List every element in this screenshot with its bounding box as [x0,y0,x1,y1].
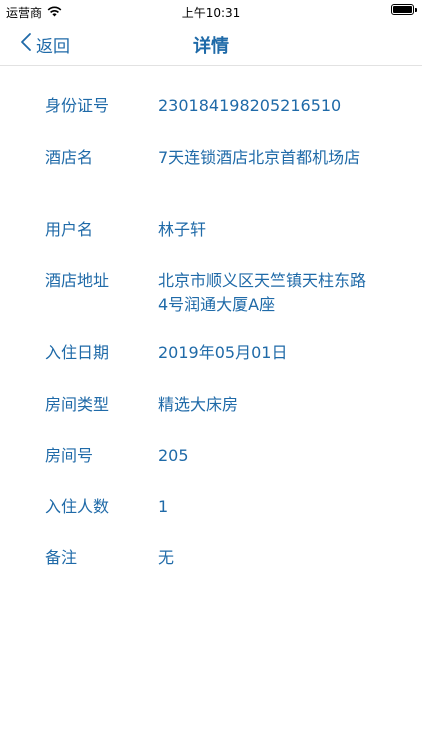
detail-value: 精选大床房 [158,395,239,414]
status-bar: 运营商 上午10:31 [0,0,422,22]
detail-label: 用户名 [45,220,94,239]
detail-label: 入住日期 [45,343,110,362]
detail-value: 230184198205216510 [158,96,342,115]
page-title: 详情 [193,36,229,57]
detail-label: 房间号 [45,446,94,465]
detail-label: 入住人数 [45,497,110,516]
detail-label: 身份证号 [45,96,110,115]
detail-value: 1 [158,497,169,516]
detail-value: 205 [158,446,189,465]
detail-value: 无 [158,548,175,567]
detail-value: 2019年05月01日 [158,343,288,362]
detail-value: 林子轩 [158,220,207,239]
detail-value: 北京市顺义区天竺镇天柱东路4号润通大厦A座 [158,271,367,314]
detail-value: 7天连锁酒店北京首都机场店 [158,148,361,167]
detail-label: 酒店名 [45,148,94,167]
status-time: 上午10:31 [181,6,241,20]
detail-label: 备注 [45,548,78,567]
battery-icon [391,4,417,15]
detail-label: 房间类型 [45,395,110,414]
navigation-bar: 返回 详情 [0,22,422,66]
detail-label: 酒店地址 [45,271,110,290]
